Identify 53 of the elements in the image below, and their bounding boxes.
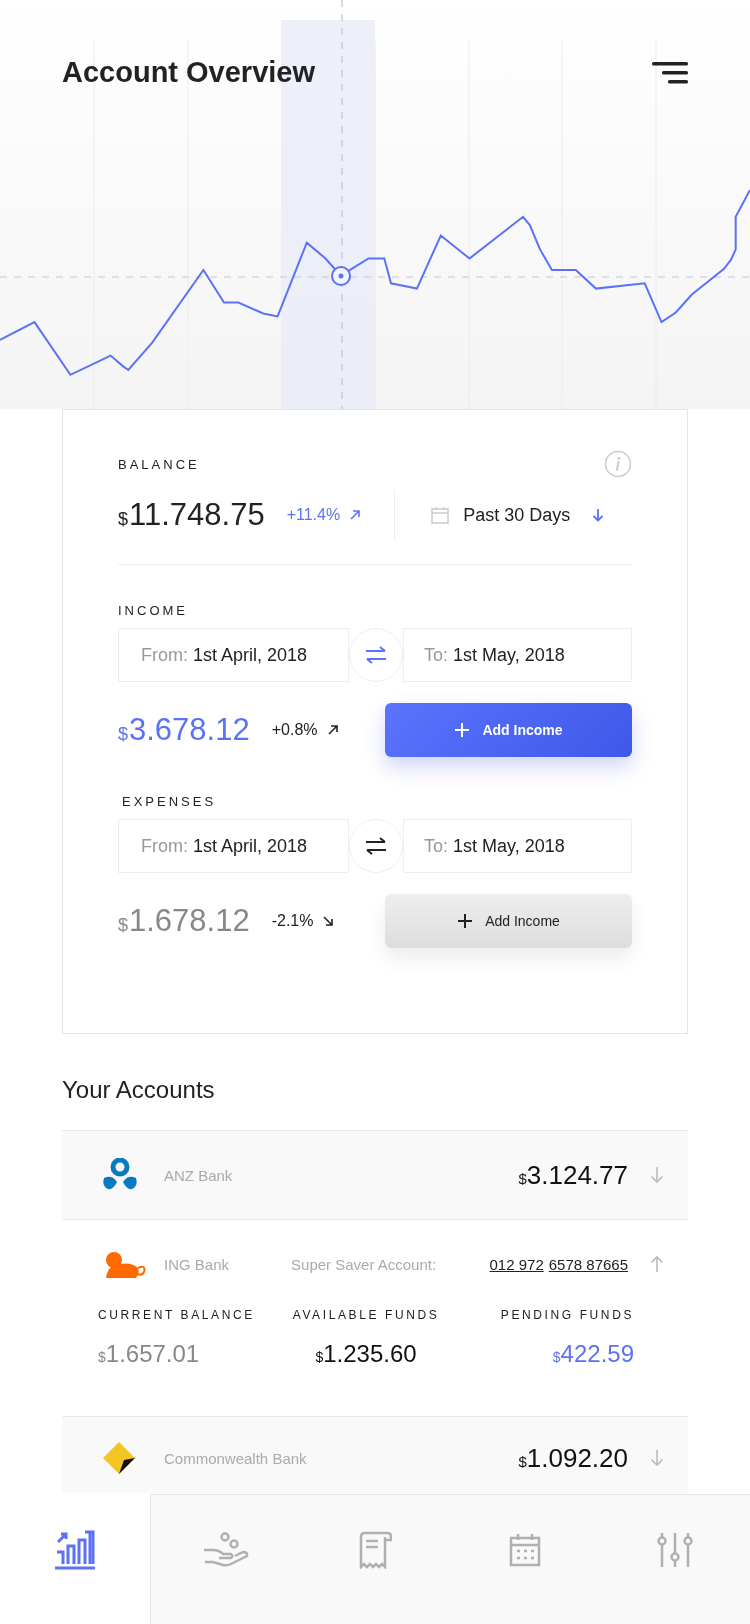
period-selector[interactable]: Past 30 Days (431, 504, 605, 526)
section-change: -2.1% (271, 912, 314, 930)
menu-icon[interactable] (652, 61, 688, 84)
funds-amount: $1.657.01 (98, 1340, 201, 1368)
section-label: EXPENSES (122, 794, 217, 809)
account-number-link[interactable]: 012 972 (489, 1255, 544, 1273)
section-amount: $1.678.12 (118, 903, 250, 939)
receipt-icon (358, 1530, 392, 1569)
bar-chart-icon (54, 1529, 96, 1570)
page-title: Account Overview (62, 56, 316, 89)
add-income-button[interactable]: Add Income (385, 894, 632, 948)
calendar-icon (431, 506, 450, 524)
date-field[interactable]: From: 1st April, 2018 (118, 628, 349, 682)
account-balance: $1.092.20 (518, 1442, 628, 1474)
plus-icon (454, 722, 471, 738)
swap-arrows-icon (364, 646, 388, 664)
diamond-logo-icon (102, 1441, 136, 1475)
swap-arrows-icon (364, 837, 388, 855)
section-title: Your Accounts (62, 1076, 216, 1104)
balance-amount: $11.748.75 (118, 497, 265, 533)
section-amount: $3.678.12 (118, 712, 250, 748)
plus-icon (457, 913, 474, 929)
bank-name: ING Bank (164, 1255, 230, 1273)
bank-name: ANZ Bank (164, 1166, 233, 1184)
date-field[interactable]: From: 1st April, 2018 (118, 819, 349, 873)
up-arrow-icon[interactable] (650, 1255, 664, 1273)
down-arrow-icon[interactable] (650, 1449, 664, 1467)
funds-label: PENDING FUNDS (500, 1308, 634, 1322)
info-icon[interactable] (604, 450, 632, 478)
account-row[interactable]: Commonwealth Bank $1.092.20 (62, 1417, 688, 1493)
settings-icon (657, 1530, 693, 1569)
funds-label: AVAILABLE FUNDS (292, 1308, 440, 1322)
section-change: +0.8% (271, 721, 318, 739)
funds-amount: $422.59 (552, 1340, 634, 1368)
balance-change: +11.4% (286, 506, 341, 524)
hand-coins-icon (202, 1531, 249, 1568)
swap-button[interactable] (349, 819, 403, 873)
funds-amount: $1.235.60 (315, 1340, 417, 1368)
account-number-link[interactable]: 6578 87665 (548, 1255, 628, 1273)
down-arrow-icon (592, 508, 605, 522)
balance-label: BALANCE (118, 456, 200, 472)
down-arrow-icon[interactable] (650, 1166, 664, 1184)
calendar-icon (509, 1532, 541, 1567)
add-income-button[interactable]: Add Income (385, 703, 632, 757)
account-type-label: Super Saver Account: (291, 1255, 437, 1273)
bank-logo-icon (102, 1158, 138, 1192)
account-balance: $3.124.77 (518, 1159, 628, 1191)
bank-name: Commonwealth Bank (164, 1449, 307, 1467)
funds-label: CURRENT BALANCE (98, 1308, 256, 1322)
section-label: INCOME (118, 603, 188, 618)
date-field[interactable]: To: 1st May, 2018 (403, 628, 632, 682)
account-row[interactable]: ANZ Bank $3.124.77 (62, 1131, 688, 1220)
date-field[interactable]: To: 1st May, 2018 (403, 819, 632, 873)
